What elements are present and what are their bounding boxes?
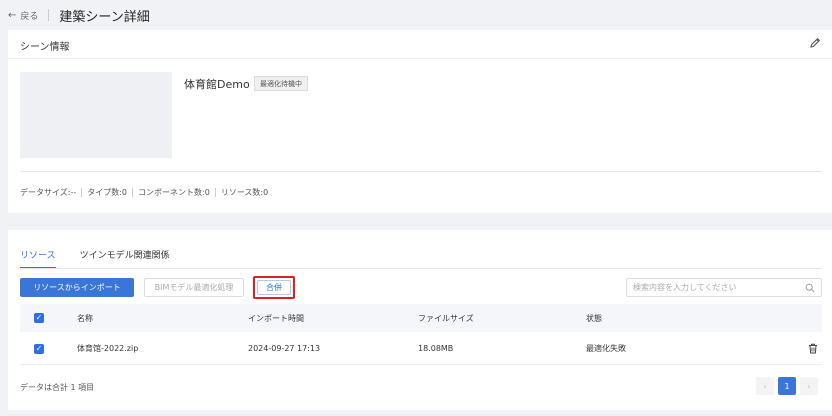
trash-icon[interactable] [808, 343, 818, 354]
row-name: 体育馆-2022.zip [77, 344, 139, 353]
tab-resources[interactable]: リソース [20, 248, 56, 269]
row-actions [808, 333, 818, 364]
column-header-status: 状態 [586, 313, 602, 323]
back-label: 戻る [20, 11, 39, 22]
status-badge: 最適化待機中 [254, 76, 308, 91]
stat-separator [214, 188, 216, 197]
row-select-cell: ✓ [34, 333, 44, 364]
table-row: ✓ 体育馆-2022.zip 2024-09-27 17:13 18.08MB … [20, 333, 822, 365]
merge-button[interactable]: 合併 [257, 280, 291, 295]
select-all-cell: ✓ [34, 304, 44, 332]
stat-separator [132, 188, 134, 197]
scene-info-card: シーン情報 体育館Demo 最適化待機中 データサイズ:-- タイプ数:0 コン… [8, 30, 832, 213]
scene-stats: データサイズ:-- タイプ数:0 コンポーネント数:0 リソース数:0 [20, 187, 268, 198]
stat-type-count: タイプ数:0 [87, 188, 128, 197]
search-icon[interactable] [805, 283, 815, 293]
table-header: ✓ 名称 インポート時間 ファイルサイズ 状態 [20, 304, 822, 332]
scene-thumbnail [20, 72, 172, 158]
section-title: シーン情報 [20, 42, 70, 53]
stat-data-size: データサイズ:-- [20, 188, 77, 197]
import-from-resources-button[interactable]: リソースからインポート [20, 278, 134, 297]
search-box [626, 278, 822, 297]
pencil-icon[interactable] [808, 36, 822, 50]
divider [8, 58, 832, 59]
divider [20, 268, 822, 269]
stat-component-count: コンポーネント数:0 [138, 188, 210, 197]
arrow-left-icon: ← [8, 9, 17, 21]
resources-card: リソース ツインモデル関連関係 リソースからインポート BIMモデル最適化処理 … [8, 230, 832, 410]
prev-page-button[interactable]: ‹ [756, 377, 774, 395]
row-import-time: 2024-09-27 17:13 [248, 344, 321, 353]
next-page-button[interactable]: › [800, 377, 818, 395]
column-header-file-size: ファイルサイズ [418, 313, 474, 323]
bim-optimize-button[interactable]: BIMモデル最適化処理 [144, 278, 244, 297]
back-button[interactable]: ← 戻る [8, 9, 38, 22]
row-file-size: 18.08MB [418, 344, 454, 353]
select-all-checkbox[interactable]: ✓ [34, 313, 44, 323]
check-icon: ✓ [35, 343, 43, 353]
scene-name: 体育館Demo [184, 78, 250, 91]
tab-bar: リソース ツインモデル関連関係 [20, 248, 194, 269]
merge-highlight: 合併 [253, 276, 295, 299]
divider [48, 9, 50, 21]
page-title: 建築シーン詳細 [59, 9, 150, 25]
row-checkbox[interactable]: ✓ [34, 343, 44, 354]
stat-separator [81, 188, 83, 197]
check-icon: ✓ [35, 313, 43, 322]
top-bar: ← 戻る 建築シーン詳細 [0, 0, 832, 30]
column-header-import-time: インポート時間 [248, 313, 304, 323]
divider [20, 171, 822, 172]
search-input[interactable] [633, 283, 803, 292]
page-1-button[interactable]: 1 [778, 377, 796, 395]
column-header-name: 名称 [77, 313, 93, 323]
total-count: データは合計 1 項目 [20, 383, 95, 392]
tab-twin-model-relations[interactable]: ツインモデル関連関係 [80, 248, 170, 269]
row-status: 最適化失敗 [586, 344, 626, 353]
stat-resource-count: リソース数:0 [220, 188, 269, 197]
